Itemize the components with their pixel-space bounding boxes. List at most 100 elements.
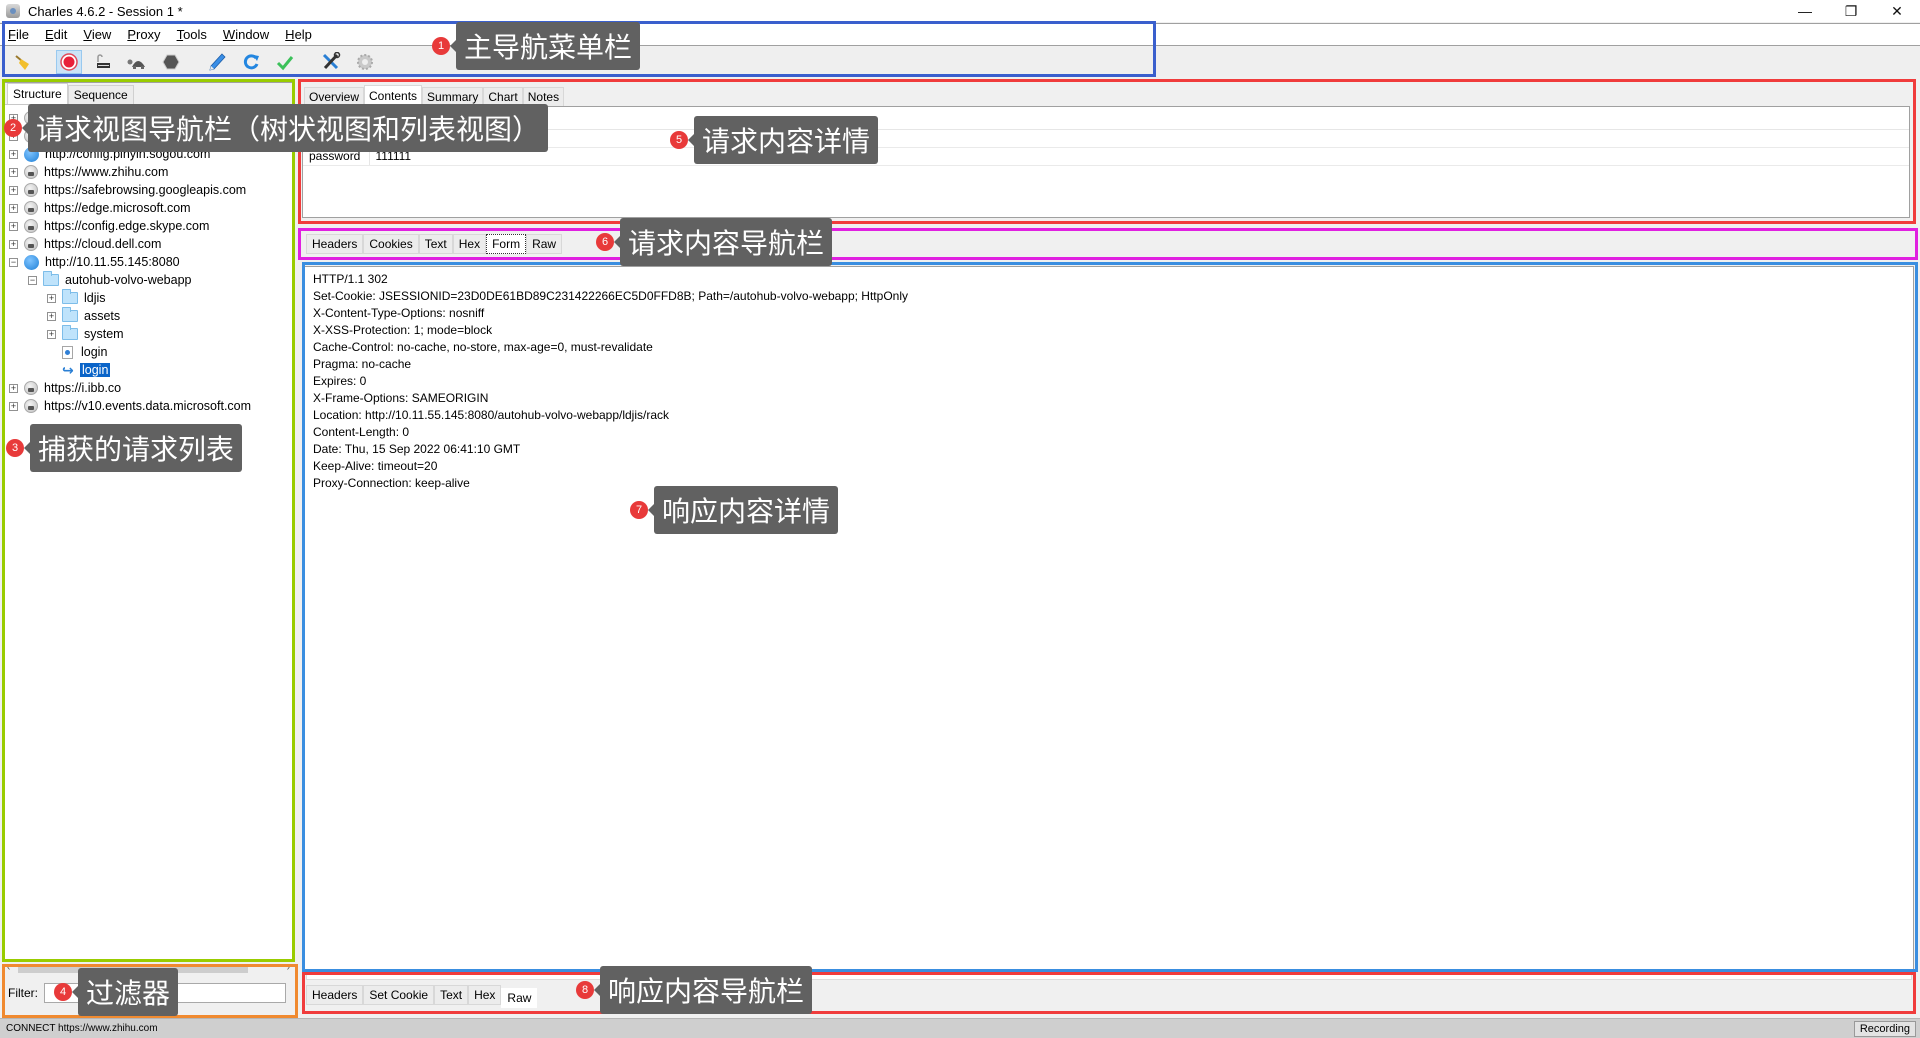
tree-item[interactable]: + https://v10.events.data.microsoft.com xyxy=(5,397,293,415)
close-icon: ✕ xyxy=(1891,2,1903,19)
column-header-value[interactable]: Value xyxy=(369,107,1909,130)
expand-icon[interactable]: + xyxy=(47,329,56,339)
tab-contents[interactable]: Contents xyxy=(364,85,423,106)
tree-item[interactable]: + https://safebrowsing.googleapis.com xyxy=(5,181,293,199)
response-line: HTTP/1.1 302 xyxy=(313,272,388,286)
resp-tab-raw[interactable]: Raw xyxy=(501,988,538,1008)
expand-icon[interactable]: + xyxy=(9,185,18,195)
req-tab-raw[interactable]: Raw xyxy=(526,234,563,254)
minimize-icon: — xyxy=(1798,3,1812,19)
annotation-label-8: 8 响应内容导航栏 xyxy=(576,966,813,1014)
restore-button[interactable]: ❐ xyxy=(1828,0,1874,22)
tree-item[interactable]: + https://www.zhihu.com xyxy=(5,163,293,181)
tree-item[interactable]: + ldjis xyxy=(5,289,293,307)
tree-item[interactable]: − http://10.11.55.145:8080 xyxy=(5,253,293,271)
response-line: Date: Thu, 15 Sep 2022 06:41:10 GMT xyxy=(313,442,521,456)
compose-button[interactable] xyxy=(204,50,230,74)
annotation-text: 响应内容详情 xyxy=(647,486,839,534)
breakpoints-button[interactable] xyxy=(158,50,184,74)
annotation-label-4: 4 过滤器 xyxy=(54,968,179,1016)
filter-label: Filter: xyxy=(8,986,38,1000)
response-line: Proxy-Connection: keep-alive xyxy=(313,476,470,490)
throttle-button[interactable] xyxy=(124,50,150,74)
refresh-icon xyxy=(243,53,259,69)
tree-item-label: https://safebrowsing.googleapis.com xyxy=(44,183,247,197)
tree-item-label: https://www.zhihu.com xyxy=(44,165,169,179)
menu-edit[interactable]: Edit xyxy=(45,27,67,42)
req-tab-text[interactable]: Text xyxy=(418,234,453,254)
recording-status-button[interactable]: Recording xyxy=(1853,1021,1916,1037)
response-line: Keep-Alive: timeout=20 xyxy=(313,459,438,473)
resp-tab-headers[interactable]: Headers xyxy=(306,985,364,1005)
tools-button[interactable] xyxy=(318,50,344,74)
resp-tab-set-cookie[interactable]: Set Cookie xyxy=(363,985,435,1005)
annotation-number: 7 xyxy=(630,501,648,519)
tree-item[interactable]: ↪ login xyxy=(5,361,293,379)
resp-tab-hex[interactable]: Hex xyxy=(468,985,502,1005)
req-tab-headers[interactable]: Headers xyxy=(306,234,364,254)
collapse-icon[interactable]: − xyxy=(28,275,37,285)
menu-window[interactable]: Window xyxy=(223,27,269,42)
expand-icon[interactable]: + xyxy=(9,203,18,213)
menu-label: roxy xyxy=(136,27,161,42)
menu-proxy[interactable]: Proxy xyxy=(127,27,160,42)
folder-icon xyxy=(62,307,78,322)
menu-mnemonic: H xyxy=(285,27,295,42)
tree-item[interactable]: login xyxy=(5,343,293,361)
annotation-label-2: 2 请求视图导航栏（树状视图和列表视图） xyxy=(4,104,549,152)
record-button[interactable] xyxy=(56,49,82,74)
gear-icon xyxy=(357,53,373,70)
tree-item[interactable]: + assets xyxy=(5,307,293,325)
annotation-text: 请求内容详情 xyxy=(687,116,879,164)
expand-icon[interactable]: + xyxy=(9,383,18,393)
tab-sequence[interactable]: Sequence xyxy=(67,85,134,104)
settings-button[interactable] xyxy=(352,50,378,74)
req-tab-form[interactable]: Form xyxy=(486,234,527,254)
check-icon xyxy=(276,55,294,70)
tree-item[interactable]: + https://i.ibb.co xyxy=(5,379,293,397)
close-button[interactable]: ✕ xyxy=(1874,0,1920,22)
request-view-tabs: Overview Contents Summary Chart Notes xyxy=(302,84,1914,106)
scroll-right-icon[interactable]: › xyxy=(287,962,290,973)
tree-item[interactable]: + https://config.edge.skype.com xyxy=(5,217,293,235)
menu-mnemonic: F xyxy=(8,27,16,42)
expand-icon[interactable]: + xyxy=(9,221,18,231)
annotation-text: 过滤器 xyxy=(71,968,179,1016)
collapse-icon[interactable]: − xyxy=(9,257,18,267)
view-tabs: Structure Sequence xyxy=(5,83,293,105)
tree-item-label: https://v10.events.data.microsoft.com xyxy=(44,399,252,413)
response-line: X-Content-Type-Options: nosniff xyxy=(313,306,485,320)
expand-icon[interactable]: + xyxy=(9,239,18,249)
menu-help[interactable]: Help xyxy=(285,27,312,42)
tab-structure[interactable]: Structure xyxy=(7,83,68,104)
expand-icon[interactable]: + xyxy=(47,293,56,303)
resp-tab-text[interactable]: Text xyxy=(434,985,469,1005)
tree-item[interactable]: + https://cloud.dell.com xyxy=(5,235,293,253)
expand-icon[interactable]: + xyxy=(47,311,56,321)
tree-item-label: https://config.edge.skype.com xyxy=(44,219,210,233)
form-field-value: admin@ldjis.cn xyxy=(369,129,1909,148)
clear-session-button[interactable] xyxy=(10,50,36,74)
menu-view[interactable]: View xyxy=(83,27,111,42)
tree-item[interactable]: + https://edge.microsoft.com xyxy=(5,199,293,217)
folder-icon xyxy=(62,325,78,340)
req-tab-cookies[interactable]: Cookies xyxy=(363,234,419,254)
annotation-label-1: 1 主导航菜单栏 xyxy=(432,22,641,70)
annotation-number: 1 xyxy=(432,37,450,55)
validate-button[interactable] xyxy=(272,50,298,74)
menu-tools[interactable]: Tools xyxy=(177,27,207,42)
tree-item[interactable]: − autohub-volvo-webapp xyxy=(5,271,293,289)
expand-icon[interactable]: + xyxy=(9,167,18,177)
repeat-button[interactable] xyxy=(238,50,264,74)
tree-item-label: https://edge.microsoft.com xyxy=(44,201,191,215)
scroll-left-icon[interactable]: ‹ xyxy=(7,962,10,973)
req-tab-hex[interactable]: Hex xyxy=(452,234,487,254)
response-divider xyxy=(306,972,1912,980)
status-text: CONNECT https://www.zhihu.com xyxy=(6,1023,158,1034)
expand-icon[interactable]: + xyxy=(9,401,18,411)
ssl-proxying-button[interactable] xyxy=(90,50,116,74)
minimize-button[interactable]: — xyxy=(1782,0,1828,22)
broom-icon xyxy=(15,54,29,70)
tree-item[interactable]: + system xyxy=(5,325,293,343)
menu-file[interactable]: File xyxy=(8,27,29,42)
